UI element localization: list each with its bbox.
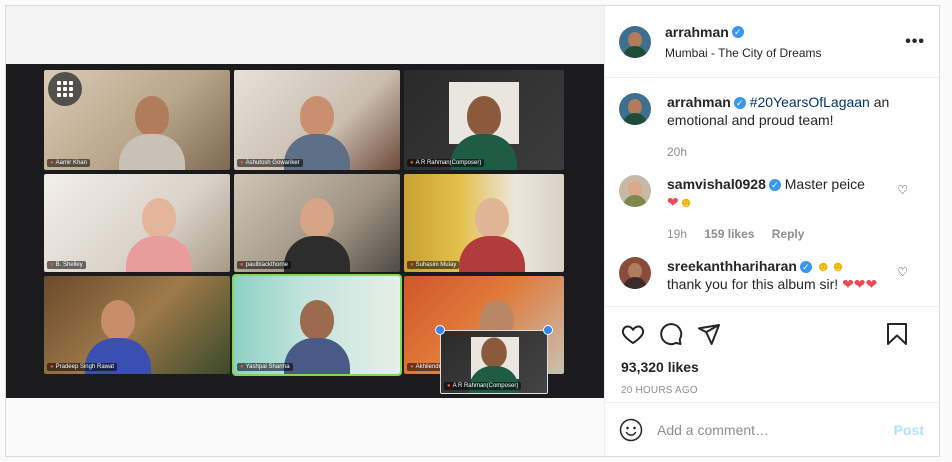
- participant-name: Ashutosh Gowariker: [245, 160, 300, 166]
- avatar[interactable]: [619, 93, 651, 125]
- username-link[interactable]: samvishal0928: [667, 176, 766, 192]
- heart-eyes-emoji-icon: ☻: [678, 194, 694, 210]
- participant-name: Yashpal Sharma: [245, 364, 290, 370]
- location-link[interactable]: Mumbai - The City of Dreams: [665, 46, 905, 60]
- reply-button[interactable]: Reply: [772, 227, 805, 241]
- post-actions: 93,320 likes 20 HOURS AGO: [605, 306, 938, 396]
- caption: arrahman ✓ #20YearsOfLagaan an emotional …: [619, 93, 924, 161]
- more-options-icon[interactable]: •••: [905, 33, 925, 51]
- heart-eyes-emoji-icon: ☻☻: [815, 258, 846, 274]
- participant-name: A R Rahman(Composer): [415, 160, 482, 166]
- post-sidebar: arrahman ✓ Mumbai - The City of Dreams ••…: [604, 6, 939, 456]
- avatar[interactable]: [619, 25, 651, 58]
- post-card: ● Aamir Khan ● Ashutosh Gowariker ● A R Rah…: [5, 5, 940, 457]
- participant-tile: ● A R Rahman(Composer): [404, 70, 564, 170]
- post-timestamp[interactable]: 20 HOURS AGO: [621, 385, 922, 396]
- timestamp[interactable]: 19h: [667, 227, 687, 241]
- comment-icon[interactable]: [659, 322, 683, 346]
- comment-text: thank you for this album sir!: [667, 276, 839, 292]
- post-image[interactable]: ● Aamir Khan ● Ashutosh Gowariker ● A R Rah…: [6, 6, 604, 456]
- video-call-screen: ● Aamir Khan ● Ashutosh Gowariker ● A R Rah…: [6, 64, 604, 398]
- participant-name: paulblackthorne: [245, 262, 288, 268]
- participant-tile: ● Ashutosh Gowariker: [234, 70, 400, 170]
- verified-icon: ✓: [733, 97, 746, 110]
- avatar[interactable]: [619, 175, 651, 207]
- verified-icon: ✓: [768, 179, 781, 192]
- comment-text: Master peice: [784, 176, 865, 192]
- comments-section[interactable]: arrahman ✓ #20YearsOfLagaan an emotional …: [605, 79, 938, 305]
- hashtag-link[interactable]: #20YearsOfLagaan: [750, 94, 870, 110]
- verified-icon: ✓: [799, 261, 812, 274]
- username-link[interactable]: sreekanthhariharan: [667, 258, 797, 274]
- hearts-emoji-icon: ❤❤❤: [842, 276, 878, 292]
- share-icon[interactable]: [697, 322, 721, 346]
- add-comment-bar: Add a comment… Post: [605, 402, 938, 456]
- participant-name: A R Rahman(Composer): [452, 383, 519, 389]
- post-header: arrahman ✓ Mumbai - The City of Dreams ••…: [605, 6, 939, 78]
- username-link[interactable]: arrahman: [665, 24, 729, 40]
- participant-name: Pradeep Singh Rawat: [55, 364, 114, 370]
- gallery-view-icon[interactable]: [48, 72, 82, 106]
- resize-handle[interactable]: [543, 325, 553, 335]
- participant-tile-active-speaker: ● Yashpal Sharma: [232, 274, 402, 376]
- participant-name: B. Shelley: [55, 262, 83, 268]
- comment-input[interactable]: Add a comment…: [657, 422, 894, 438]
- desk-surface: [6, 398, 604, 456]
- heart-icon[interactable]: [621, 322, 645, 346]
- bookmark-icon[interactable]: [886, 322, 908, 346]
- comment: sreekanthhariharan ✓ ☻☻ thank you for thi…: [619, 257, 924, 293]
- like-comment-icon[interactable]: ♡: [897, 183, 908, 197]
- participant-tile: ● Suhasini Mulay: [404, 174, 564, 272]
- comment: samvishal0928 ✓ Master peice ❤☻ 19h 159 l…: [619, 175, 924, 243]
- likes-count[interactable]: 93,320 likes: [621, 359, 922, 375]
- participant-name: Suhasini Mulay: [415, 262, 457, 268]
- participant-name: Aamir Khan: [55, 160, 87, 166]
- post-button[interactable]: Post: [894, 422, 924, 438]
- comment-likes[interactable]: 159 likes: [704, 227, 754, 241]
- username-link[interactable]: arrahman: [667, 94, 731, 110]
- like-comment-icon[interactable]: ♡: [897, 265, 908, 279]
- avatar[interactable]: [619, 257, 651, 289]
- verified-icon: ✓: [731, 26, 744, 39]
- participant-tile: ● B. Shelley: [44, 174, 230, 272]
- photo-wall: [6, 6, 604, 64]
- resize-handle[interactable]: [435, 325, 445, 335]
- participant-tile: ● paulblackthorne: [234, 174, 400, 272]
- heart-emoji-icon: ❤: [667, 194, 679, 210]
- self-view-tile[interactable]: ● A R Rahman(Composer): [440, 330, 548, 394]
- participant-tile: ● Pradeep Singh Rawat: [44, 276, 230, 374]
- emoji-icon[interactable]: [619, 418, 643, 442]
- timestamp[interactable]: 20h: [667, 145, 687, 159]
